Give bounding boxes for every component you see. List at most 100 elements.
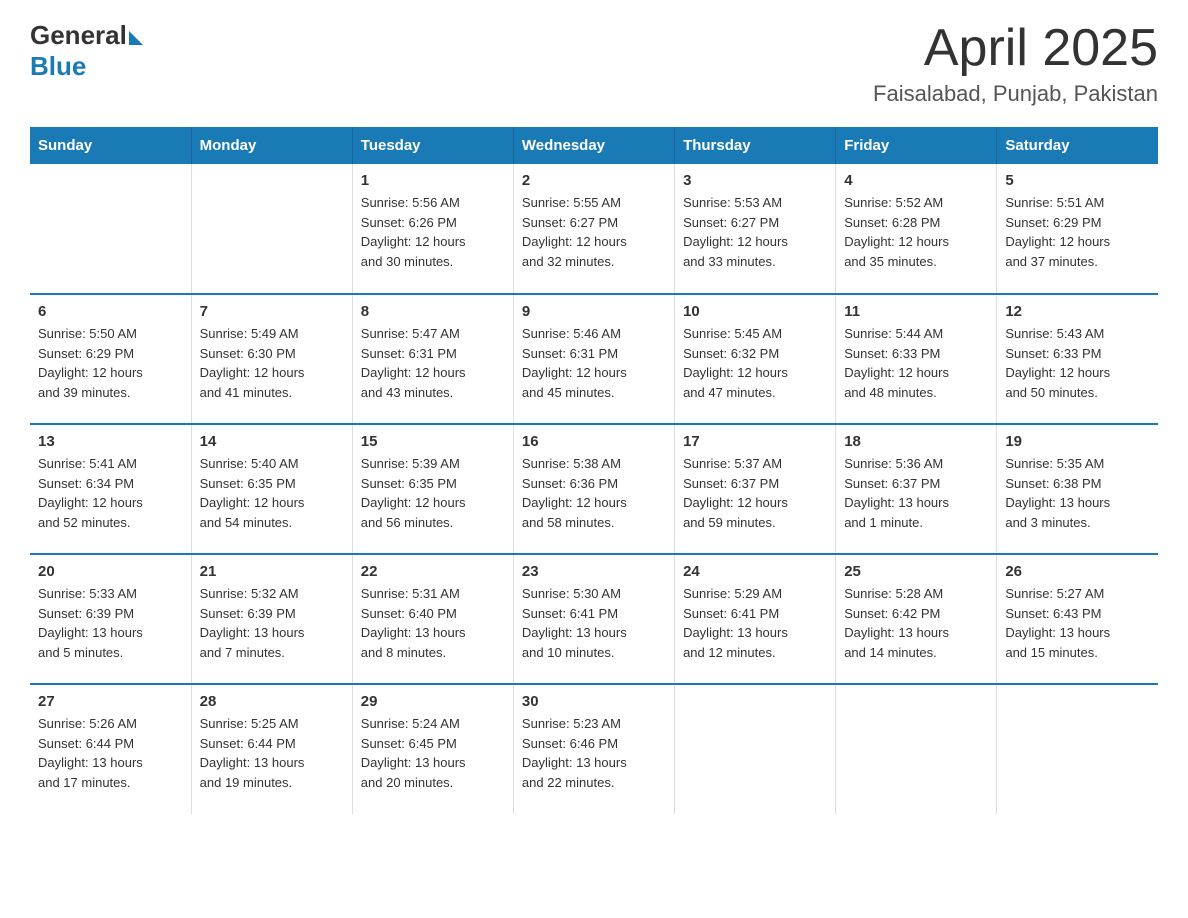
day-number: 30	[522, 693, 666, 710]
day-info: Sunrise: 5:47 AM Sunset: 6:31 PM Dayligh…	[361, 324, 505, 402]
day-info: Sunrise: 5:39 AM Sunset: 6:35 PM Dayligh…	[361, 454, 505, 532]
day-cell: 8 Sunrise: 5:47 AM Sunset: 6:31 PM Daylig…	[352, 294, 513, 424]
day-number: 21	[200, 563, 344, 580]
title-area: April 2025 Faisalabad, Punjab, Pakistan	[873, 20, 1158, 107]
calendar-header: SundayMondayTuesdayWednesdayThursdayFrid…	[30, 127, 1158, 164]
day-cell: 4 Sunrise: 5:52 AM Sunset: 6:28 PM Daylig…	[836, 164, 997, 294]
day-info: Sunrise: 5:46 AM Sunset: 6:31 PM Dayligh…	[522, 324, 666, 402]
day-number: 22	[361, 563, 505, 580]
day-number: 28	[200, 693, 344, 710]
day-cell	[30, 164, 191, 294]
day-cell: 23 Sunrise: 5:30 AM Sunset: 6:41 PM Dayli…	[513, 554, 674, 684]
day-cell: 20 Sunrise: 5:33 AM Sunset: 6:39 PM Dayli…	[30, 554, 191, 684]
day-number: 7	[200, 303, 344, 320]
day-cell: 30Sunrise: 5:23 AM Sunset: 6:46 PM Dayli…	[513, 684, 674, 814]
day-info: Sunrise: 5:52 AM Sunset: 6:28 PM Dayligh…	[844, 193, 988, 271]
header-tuesday: Tuesday	[352, 127, 513, 164]
day-cell: 29Sunrise: 5:24 AM Sunset: 6:45 PM Dayli…	[352, 684, 513, 814]
subtitle: Faisalabad, Punjab, Pakistan	[873, 81, 1158, 107]
day-cell: 25Sunrise: 5:28 AM Sunset: 6:42 PM Dayli…	[836, 554, 997, 684]
day-number: 6	[38, 303, 183, 320]
day-number: 2	[522, 172, 666, 189]
week-row-4: 20 Sunrise: 5:33 AM Sunset: 6:39 PM Dayli…	[30, 554, 1158, 684]
day-number: 1	[361, 172, 505, 189]
day-info: Sunrise: 5:37 AM Sunset: 6:37 PM Dayligh…	[683, 454, 827, 532]
day-info: Sunrise: 5:41 AM Sunset: 6:34 PM Dayligh…	[38, 454, 183, 532]
week-row-3: 13 Sunrise: 5:41 AM Sunset: 6:34 PM Dayli…	[30, 424, 1158, 554]
day-info: Sunrise: 5:25 AM Sunset: 6:44 PM Dayligh…	[200, 714, 344, 792]
day-cell: 6Sunrise: 5:50 AM Sunset: 6:29 PM Daylig…	[30, 294, 191, 424]
day-number: 20	[38, 563, 183, 580]
logo-blue-text: Blue	[30, 51, 86, 82]
day-number: 13	[38, 433, 183, 450]
day-cell: 14 Sunrise: 5:40 AM Sunset: 6:35 PM Dayli…	[191, 424, 352, 554]
header-thursday: Thursday	[675, 127, 836, 164]
calendar-table: SundayMondayTuesdayWednesdayThursdayFrid…	[30, 127, 1158, 814]
day-number: 5	[1005, 172, 1150, 189]
day-info: Sunrise: 5:32 AM Sunset: 6:39 PM Dayligh…	[200, 584, 344, 662]
day-info: Sunrise: 5:31 AM Sunset: 6:40 PM Dayligh…	[361, 584, 505, 662]
day-info: Sunrise: 5:27 AM Sunset: 6:43 PM Dayligh…	[1005, 584, 1150, 662]
header-row: SundayMondayTuesdayWednesdayThursdayFrid…	[30, 127, 1158, 164]
page-title: April 2025	[873, 20, 1158, 77]
day-cell: 18Sunrise: 5:36 AM Sunset: 6:37 PM Dayli…	[836, 424, 997, 554]
day-cell: 10 Sunrise: 5:45 AM Sunset: 6:32 PM Dayli…	[675, 294, 836, 424]
day-cell: 27 Sunrise: 5:26 AM Sunset: 6:44 PM Dayli…	[30, 684, 191, 814]
day-cell: 17Sunrise: 5:37 AM Sunset: 6:37 PM Dayli…	[675, 424, 836, 554]
day-cell: 19Sunrise: 5:35 AM Sunset: 6:38 PM Dayli…	[997, 424, 1158, 554]
day-info: Sunrise: 5:33 AM Sunset: 6:39 PM Dayligh…	[38, 584, 183, 662]
day-cell	[191, 164, 352, 294]
day-info: Sunrise: 5:28 AM Sunset: 6:42 PM Dayligh…	[844, 584, 988, 662]
day-info: Sunrise: 5:45 AM Sunset: 6:32 PM Dayligh…	[683, 324, 827, 402]
day-number: 16	[522, 433, 666, 450]
header-wednesday: Wednesday	[513, 127, 674, 164]
day-info: Sunrise: 5:24 AM Sunset: 6:45 PM Dayligh…	[361, 714, 505, 792]
day-cell: 15 Sunrise: 5:39 AM Sunset: 6:35 PM Dayli…	[352, 424, 513, 554]
day-info: Sunrise: 5:26 AM Sunset: 6:44 PM Dayligh…	[38, 714, 183, 792]
day-info: Sunrise: 5:29 AM Sunset: 6:41 PM Dayligh…	[683, 584, 827, 662]
day-info: Sunrise: 5:51 AM Sunset: 6:29 PM Dayligh…	[1005, 193, 1150, 271]
day-info: Sunrise: 5:40 AM Sunset: 6:35 PM Dayligh…	[200, 454, 344, 532]
day-cell	[836, 684, 997, 814]
header-sunday: Sunday	[30, 127, 191, 164]
day-cell: 1 Sunrise: 5:56 AM Sunset: 6:26 PM Daylig…	[352, 164, 513, 294]
day-number: 14	[200, 433, 344, 450]
day-number: 4	[844, 172, 988, 189]
logo-arrow-icon	[129, 31, 143, 45]
day-cell: 9 Sunrise: 5:46 AM Sunset: 6:31 PM Daylig…	[513, 294, 674, 424]
header-saturday: Saturday	[997, 127, 1158, 164]
day-info: Sunrise: 5:56 AM Sunset: 6:26 PM Dayligh…	[361, 193, 505, 271]
day-cell: 26 Sunrise: 5:27 AM Sunset: 6:43 PM Dayli…	[997, 554, 1158, 684]
day-info: Sunrise: 5:44 AM Sunset: 6:33 PM Dayligh…	[844, 324, 988, 402]
day-cell	[675, 684, 836, 814]
day-cell: 3Sunrise: 5:53 AM Sunset: 6:27 PM Daylig…	[675, 164, 836, 294]
day-info: Sunrise: 5:43 AM Sunset: 6:33 PM Dayligh…	[1005, 324, 1150, 402]
day-number: 23	[522, 563, 666, 580]
day-info: Sunrise: 5:30 AM Sunset: 6:41 PM Dayligh…	[522, 584, 666, 662]
logo: General Blue	[30, 20, 143, 82]
day-cell	[997, 684, 1158, 814]
day-number: 24	[683, 563, 827, 580]
week-row-5: 27 Sunrise: 5:26 AM Sunset: 6:44 PM Dayli…	[30, 684, 1158, 814]
day-cell: 24 Sunrise: 5:29 AM Sunset: 6:41 PM Dayli…	[675, 554, 836, 684]
day-number: 3	[683, 172, 827, 189]
day-cell: 2Sunrise: 5:55 AM Sunset: 6:27 PM Daylig…	[513, 164, 674, 294]
day-cell: 7Sunrise: 5:49 AM Sunset: 6:30 PM Daylig…	[191, 294, 352, 424]
day-cell: 5 Sunrise: 5:51 AM Sunset: 6:29 PM Daylig…	[997, 164, 1158, 294]
day-cell: 11Sunrise: 5:44 AM Sunset: 6:33 PM Dayli…	[836, 294, 997, 424]
header-friday: Friday	[836, 127, 997, 164]
header-monday: Monday	[191, 127, 352, 164]
day-number: 10	[683, 303, 827, 320]
day-cell: 13 Sunrise: 5:41 AM Sunset: 6:34 PM Dayli…	[30, 424, 191, 554]
day-number: 15	[361, 433, 505, 450]
day-number: 26	[1005, 563, 1150, 580]
day-number: 9	[522, 303, 666, 320]
day-cell: 12Sunrise: 5:43 AM Sunset: 6:33 PM Dayli…	[997, 294, 1158, 424]
calendar-body: 1 Sunrise: 5:56 AM Sunset: 6:26 PM Daylig…	[30, 164, 1158, 814]
day-number: 27	[38, 693, 183, 710]
day-number: 8	[361, 303, 505, 320]
day-info: Sunrise: 5:38 AM Sunset: 6:36 PM Dayligh…	[522, 454, 666, 532]
day-info: Sunrise: 5:36 AM Sunset: 6:37 PM Dayligh…	[844, 454, 988, 532]
day-cell: 28 Sunrise: 5:25 AM Sunset: 6:44 PM Dayli…	[191, 684, 352, 814]
day-cell: 22 Sunrise: 5:31 AM Sunset: 6:40 PM Dayli…	[352, 554, 513, 684]
